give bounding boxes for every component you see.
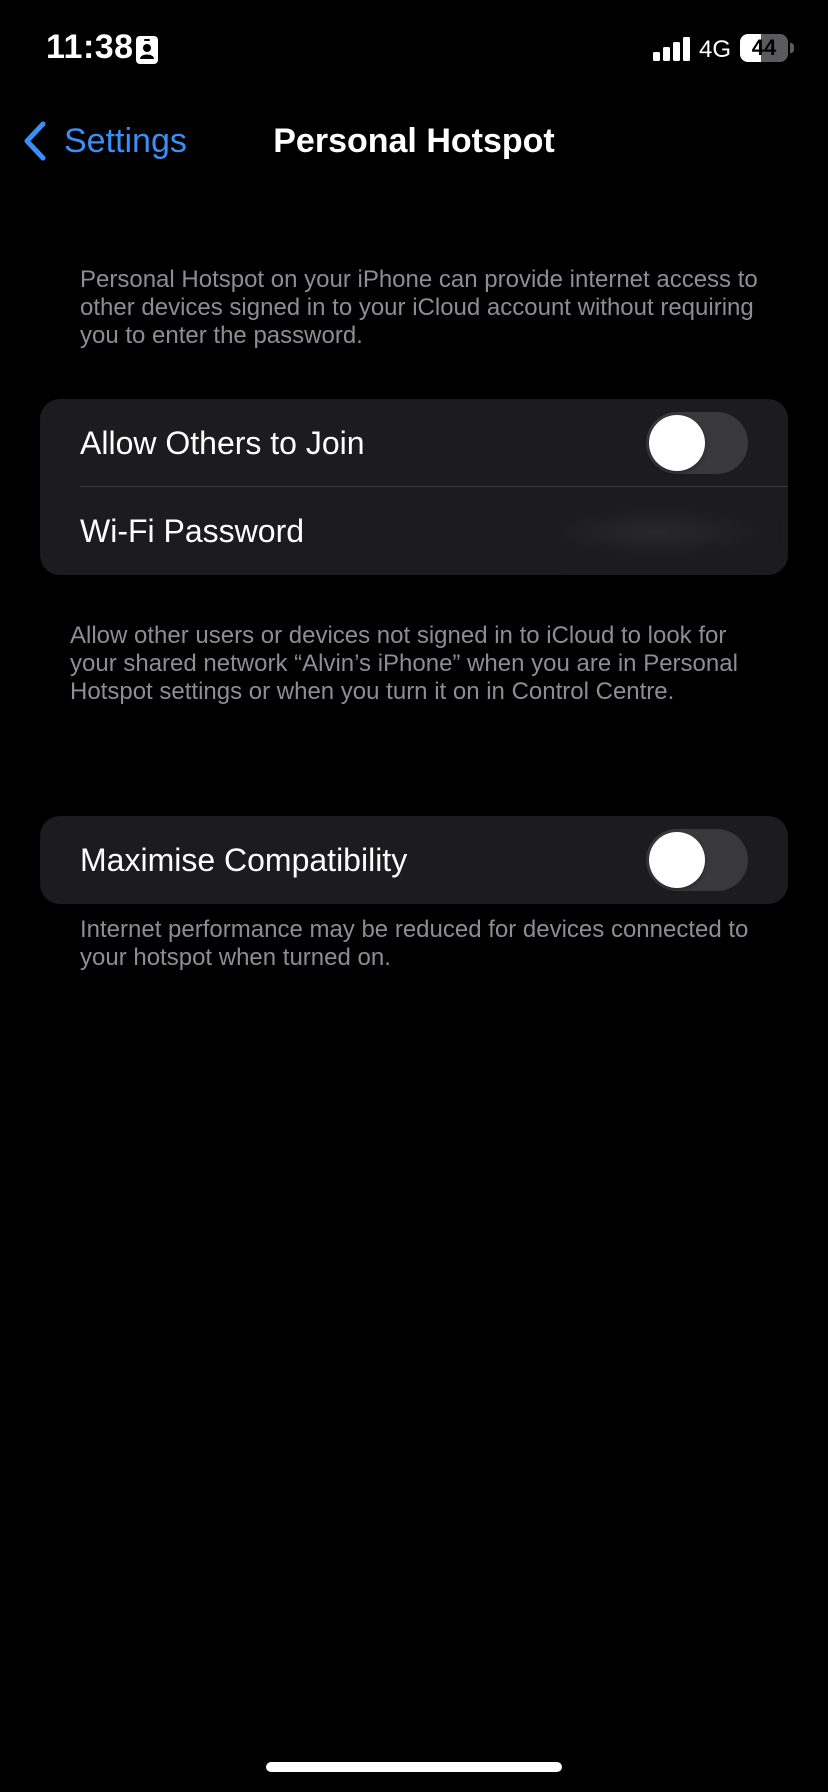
battery-cap bbox=[790, 43, 794, 53]
network-type: 4G bbox=[699, 36, 732, 63]
maximise-compatibility-toggle[interactable] bbox=[646, 829, 748, 891]
toggle-knob bbox=[649, 832, 705, 888]
allow-others-toggle[interactable] bbox=[646, 412, 748, 474]
home-indicator[interactable] bbox=[266, 1762, 562, 1772]
navigation-bar: Settings Personal Hotspot bbox=[0, 100, 828, 180]
battery-icon: 44 bbox=[740, 34, 794, 64]
status-bar: 11:38 4G 44 bbox=[0, 0, 828, 100]
battery-level: 44 bbox=[751, 35, 777, 60]
allow-others-label: Allow Others to Join bbox=[80, 425, 365, 461]
maximise-compatibility-row[interactable]: Maximise Compatibility bbox=[40, 816, 788, 904]
battery-body: 44 bbox=[740, 34, 788, 62]
wifi-password-row[interactable]: Wi-Fi Password bbox=[40, 487, 788, 575]
compatibility-group: Maximise Compatibility bbox=[40, 816, 788, 904]
person-badge-icon bbox=[136, 36, 158, 64]
maximise-compatibility-label: Maximise Compatibility bbox=[80, 842, 408, 878]
status-time: 11:38 bbox=[46, 28, 134, 66]
wifi-password-value-redacted[interactable] bbox=[548, 509, 768, 555]
join-settings-group: Allow Others to Join Wi-Fi Password bbox=[40, 399, 788, 575]
compatibility-footer: Internet performance may be reduced for … bbox=[80, 916, 749, 971]
toggle-knob bbox=[649, 415, 705, 471]
wifi-password-label: Wi-Fi Password bbox=[80, 513, 305, 549]
intro-description: Personal Hotspot on your iPhone can prov… bbox=[80, 266, 758, 349]
cellular-signal-icon bbox=[653, 37, 690, 61]
page-title: Personal Hotspot bbox=[273, 122, 555, 160]
join-settings-footer: Allow other users or devices not signed … bbox=[70, 622, 738, 705]
allow-others-row[interactable]: Allow Others to Join bbox=[40, 399, 788, 487]
